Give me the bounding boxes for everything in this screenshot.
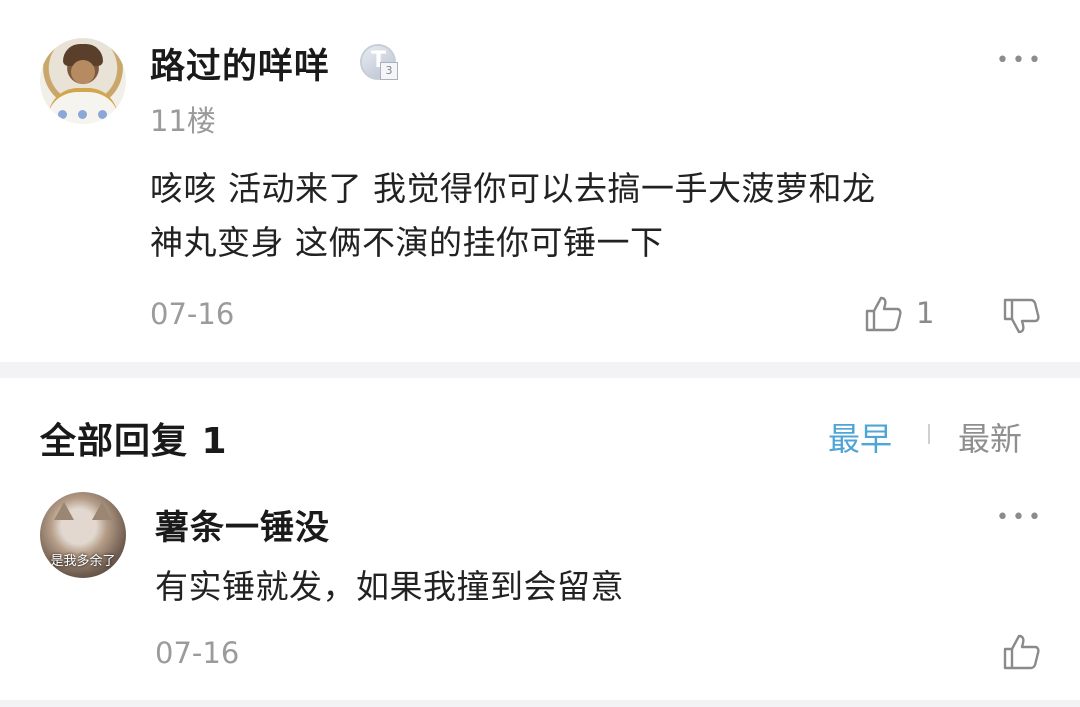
reply-avatar[interactable]: 是我多余了: [40, 492, 126, 578]
avatar-face: [71, 60, 95, 84]
avatar-ear: [92, 502, 112, 520]
replies-title: 全部回复 1: [40, 421, 228, 462]
more-icon[interactable]: •••: [996, 48, 1044, 73]
badge-level: 3: [380, 62, 398, 80]
comment-card: 路过的咩咩 T 3 11楼 ••• 咳咳 活动来了 我觉得你可以去搞一手大菠萝和…: [0, 0, 1080, 362]
comment-date: 07-16: [150, 297, 235, 331]
avatar-caption: 是我多余了: [50, 554, 116, 569]
like-count: 1: [916, 296, 935, 330]
avatar-gem: [78, 110, 87, 119]
reply-username[interactable]: 薯条一锤没: [155, 500, 330, 549]
floor-number: 11楼: [150, 104, 216, 138]
badge-icon: T 3: [360, 44, 398, 80]
username[interactable]: 路过的咩咩: [150, 38, 330, 89]
comment-text: 咳咳 活动来了 我觉得你可以去搞一手大菠萝和龙 神丸变身 这俩不演的挂你可锤一下: [150, 162, 1030, 270]
avatar-gem: [98, 110, 107, 119]
thumbs-up-icon[interactable]: [864, 294, 904, 334]
thumbs-down-icon[interactable]: [1002, 296, 1042, 336]
comment-line: 咳咳 活动来了 我觉得你可以去搞一手大菠萝和龙: [150, 169, 876, 208]
avatar-ear: [54, 502, 74, 520]
sort-earliest-tab[interactable]: 最早: [828, 414, 892, 460]
more-icon[interactable]: •••: [996, 505, 1044, 530]
comment-line: 神丸变身 这俩不演的挂你可锤一下: [150, 223, 664, 262]
thumbs-up-icon[interactable]: [1002, 632, 1042, 672]
user-avatar[interactable]: [40, 38, 126, 124]
sort-separator: [928, 424, 930, 444]
bottom-divider: [0, 700, 1080, 707]
sort-newest-tab[interactable]: 最新: [958, 414, 1022, 460]
reply-text: 有实锤就发，如果我撞到会留意: [155, 567, 624, 606]
reply-date: 07-16: [155, 636, 240, 670]
section-divider: [0, 362, 1080, 378]
avatar-gem: [58, 110, 67, 119]
